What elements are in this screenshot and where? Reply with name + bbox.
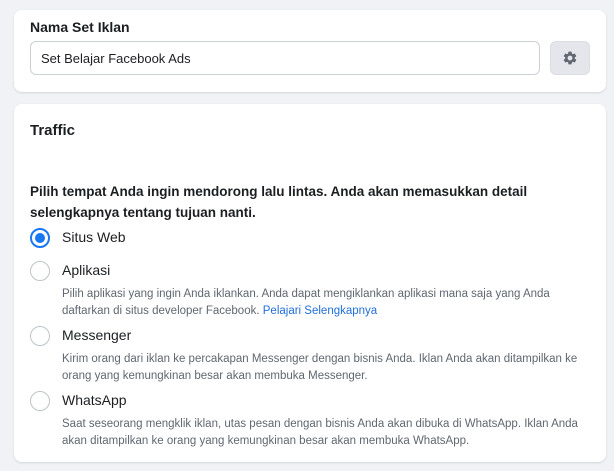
- option-description: Kirim orang dari iklan ke percakapan Mes…: [62, 353, 578, 382]
- gear-icon: [563, 51, 577, 65]
- radio-aplikasi[interactable]: [30, 261, 50, 281]
- option-aplikasi[interactable]: Aplikasi Pilih aplikasi yang ingin Anda …: [30, 261, 590, 319]
- traffic-title: Traffic: [30, 122, 76, 139]
- traffic-card: Traffic Pilih tempat Anda ingin mendoron…: [14, 104, 606, 462]
- option-label: WhatsApp: [62, 392, 127, 408]
- settings-button[interactable]: [550, 41, 590, 75]
- ad-set-name-label: Nama Set Iklan: [30, 19, 130, 35]
- radio-messenger[interactable]: [30, 326, 50, 346]
- traffic-prompt: Pilih tempat Anda ingin mendorong lalu l…: [30, 184, 528, 220]
- ad-set-name-input[interactable]: [30, 41, 540, 75]
- option-description: Pilih aplikasi yang ingin Anda iklankan.…: [62, 286, 582, 320]
- option-situs-web[interactable]: Situs Web: [30, 228, 590, 250]
- option-whatsapp[interactable]: WhatsApp Saat seseorang mengklik iklan, …: [30, 391, 590, 449]
- radio-situs-web[interactable]: [30, 228, 50, 248]
- option-label: Situs Web: [62, 229, 126, 245]
- option-messenger[interactable]: Messenger Kirim orang dari iklan ke perc…: [30, 326, 590, 384]
- learn-more-link[interactable]: Pelajari Selengkapnya: [263, 305, 377, 317]
- radio-whatsapp[interactable]: [30, 391, 50, 411]
- option-description: Saat seseorang mengklik iklan, utas pesa…: [62, 418, 578, 447]
- option-label: Messenger: [62, 327, 132, 343]
- ad-set-name-card: Nama Set Iklan: [14, 10, 606, 92]
- option-label: Aplikasi: [62, 262, 111, 278]
